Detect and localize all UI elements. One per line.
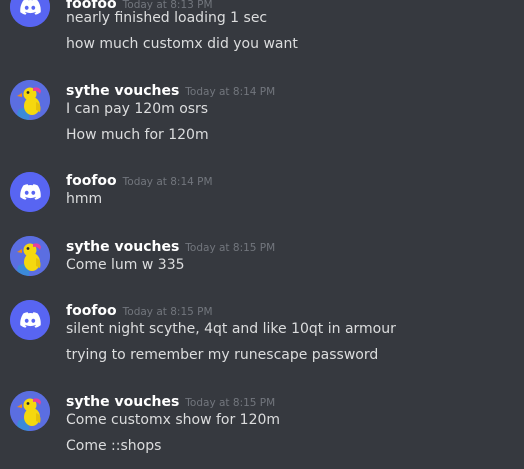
message-header: sythe vouches Today at 8:15 PM xyxy=(66,236,275,255)
message-header: sythe vouches Today at 8:15 PM xyxy=(66,391,275,410)
message-text: trying to remember my runescape password xyxy=(66,347,379,363)
message-header: sythe vouches Today at 8:14 PM xyxy=(66,80,275,99)
timestamp[interactable]: Today at 8:15 PM xyxy=(123,306,213,318)
username[interactable]: sythe vouches xyxy=(66,239,179,255)
timestamp[interactable]: Today at 8:14 PM xyxy=(123,176,213,188)
message-text: how much customx did you want xyxy=(66,36,298,52)
message-header: foofoo Today at 8:15 PM xyxy=(66,300,213,319)
message-text: Come ::shops xyxy=(66,438,162,454)
duck-avatar-icon[interactable] xyxy=(10,391,50,431)
message-text: I can pay 120m osrs xyxy=(66,101,209,117)
discord-logo-icon[interactable] xyxy=(10,172,50,212)
timestamp[interactable]: Today at 8:15 PM xyxy=(185,242,275,254)
message-text: hmm xyxy=(66,191,103,207)
message-header: foofoo Today at 8:14 PM xyxy=(66,170,213,189)
timestamp[interactable]: Today at 8:14 PM xyxy=(185,86,275,98)
message-text: nearly finished loading 1 sec xyxy=(66,10,268,26)
username[interactable]: sythe vouches xyxy=(66,83,179,99)
username[interactable]: sythe vouches xyxy=(66,394,179,410)
message-text: How much for 120m xyxy=(66,127,209,143)
message-text: silent night scythe, 4qt and like 10qt i… xyxy=(66,321,396,337)
message-text: Come lum w 335 xyxy=(66,257,185,273)
username[interactable]: foofoo xyxy=(66,303,117,319)
duck-avatar-icon[interactable] xyxy=(10,236,50,276)
timestamp[interactable]: Today at 8:15 PM xyxy=(185,397,275,409)
username[interactable]: foofoo xyxy=(66,173,117,189)
chat-message-list[interactable]: foofoo Today at 8:13 PM nearly finished l… xyxy=(0,0,524,469)
discord-logo-icon[interactable] xyxy=(10,300,50,340)
duck-avatar-icon[interactable] xyxy=(10,80,50,120)
message-text: Come customx show for 120m xyxy=(66,412,281,428)
discord-logo-icon[interactable] xyxy=(10,0,50,27)
